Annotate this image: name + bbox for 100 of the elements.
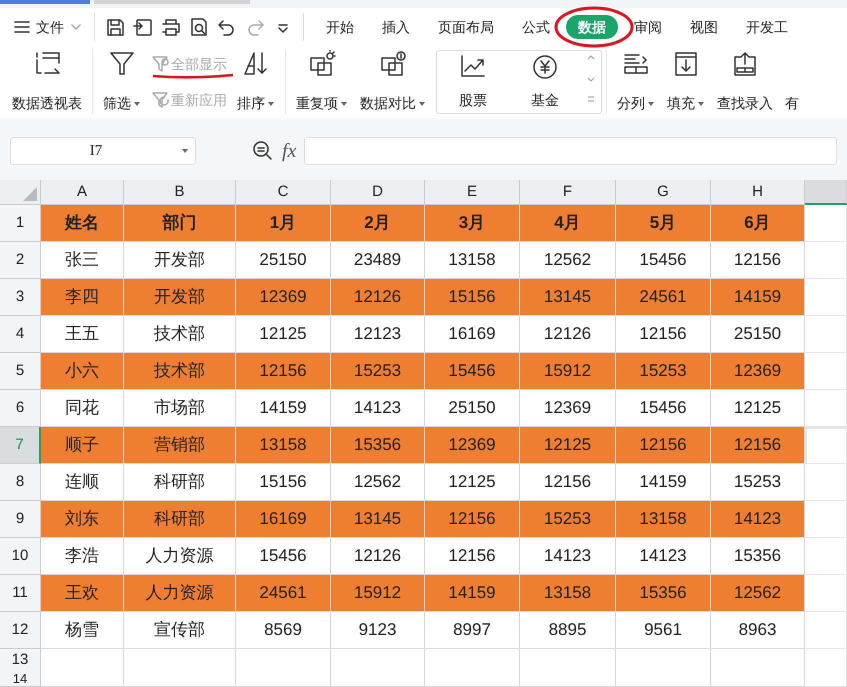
table-cell: 14123 (711, 501, 805, 538)
row-header[interactable]: 9 (0, 501, 41, 538)
table-cell: 12156 (616, 427, 711, 464)
table-cell: 8997 (425, 612, 520, 649)
table-cell: 15456 (236, 538, 331, 575)
preview-button[interactable] (189, 17, 209, 37)
table-cell: 15253 (520, 501, 616, 538)
table-cell: 15253 (331, 353, 425, 390)
table-cell: 14123 (616, 538, 711, 575)
ribbon-tab[interactable]: 开发工 (734, 15, 800, 39)
row-header[interactable]: 11 (0, 575, 41, 612)
table-cell: 杨雪 (41, 612, 124, 649)
row-header[interactable]: 13 (0, 649, 41, 672)
table-cell: 25150 (236, 242, 331, 279)
table-cell: 1月 (236, 205, 331, 242)
table-cell: 12156 (520, 464, 616, 501)
table-cell: 15912 (331, 575, 425, 612)
table-cell (805, 612, 847, 649)
name-box[interactable]: I7 (10, 137, 196, 165)
row-header[interactable]: 8 (0, 464, 41, 501)
row-header[interactable]: 1 (0, 205, 41, 242)
table-cell: 14159 (616, 464, 711, 501)
caret-icon (647, 100, 655, 106)
table-cell (805, 464, 847, 501)
table-cell: 15253 (616, 353, 711, 390)
ribbon-button[interactable]: 重复项 (290, 46, 354, 118)
filter-refresh-icon (151, 91, 169, 109)
formula-input[interactable] (304, 137, 837, 165)
selected-cell[interactable] (805, 427, 847, 464)
table-cell: 12125 (711, 390, 805, 427)
table-cell: 13158 (425, 242, 520, 279)
ribbon-button[interactable]: 筛选 (97, 46, 147, 118)
table-cell: 6月 (711, 205, 805, 242)
ribbon-tab[interactable]: 插入 (370, 15, 422, 39)
row-header[interactable]: 5 (0, 353, 41, 390)
table-cell: 3月 (425, 205, 520, 242)
row-header[interactable]: 2 (0, 242, 41, 279)
file-menu[interactable]: 文件 (14, 13, 95, 41)
table-cell: 开发部 (124, 279, 236, 316)
table-cell: 12126 (331, 279, 425, 316)
table-cell: 14159 (711, 279, 805, 316)
ribbon-button[interactable]: 填充 (661, 46, 711, 118)
table-cell: 24561 (616, 279, 711, 316)
table-cell: 15253 (711, 464, 805, 501)
ribbon-button[interactable]: 查找录入 (711, 46, 779, 118)
gallery-item[interactable]: 股票 (437, 51, 509, 113)
table-cell: 13158 (236, 427, 331, 464)
export-button[interactable] (133, 17, 153, 37)
table-cell: 12369 (520, 390, 616, 427)
table-cell: 15156 (425, 279, 520, 316)
row-header[interactable]: 10 (0, 538, 41, 575)
table-cell: 李浩 (41, 538, 124, 575)
table-cell: 9561 (616, 612, 711, 649)
ribbon-button[interactable]: 分列 (611, 46, 661, 118)
save-button[interactable] (105, 17, 125, 37)
table-cell: 开发部 (124, 242, 236, 279)
table-cell: 王欢 (41, 575, 124, 612)
print-button[interactable] (161, 17, 181, 37)
table-cell (805, 575, 847, 612)
table-cell: 12125 (520, 427, 616, 464)
table-cell: 12156 (425, 538, 520, 575)
ribbon-button[interactable]: 排序 (231, 46, 281, 118)
ribbon-button[interactable]: 数据透视表 (6, 46, 88, 118)
table-cell (805, 316, 847, 353)
table-cell: 9123 (331, 612, 425, 649)
table-cell: 14159 (236, 390, 331, 427)
ribbon-button[interactable]: 数据对比 (354, 46, 432, 118)
row-header[interactable]: 12 (0, 612, 41, 649)
table-cell (805, 672, 847, 687)
gallery-item[interactable]: 基金 (509, 51, 581, 113)
chevron-down-icon (70, 22, 82, 32)
table-cell: 12126 (520, 316, 616, 353)
row-header[interactable]: 3 (0, 279, 41, 316)
table-cell (805, 353, 847, 390)
table-cell: 人力资源 (124, 575, 236, 612)
ribbon-tab[interactable]: 公式 (510, 15, 562, 39)
table-cell: 15356 (331, 427, 425, 464)
filter-icon (108, 50, 136, 78)
ribbon-tab[interactable]: 视图 (678, 15, 730, 39)
ribbon-tab[interactable]: 页面布局 (426, 15, 506, 39)
table-cell: 市场部 (124, 390, 236, 427)
row-header[interactable]: 14 (0, 672, 41, 687)
filter-eye-icon (151, 55, 169, 73)
save-icon (105, 17, 125, 37)
zoom-icon (252, 140, 274, 162)
ribbon-tab[interactable]: 开始 (314, 15, 366, 39)
ribbon-button[interactable]: 有 (779, 46, 805, 118)
table-cell: 12125 (236, 316, 331, 353)
row-header[interactable]: 6 (0, 390, 41, 427)
row-header[interactable]: 4 (0, 316, 41, 353)
table-cell: 12156 (711, 242, 805, 279)
preview-icon (189, 17, 209, 37)
table-cell: 12123 (331, 316, 425, 353)
caret-icon (133, 100, 141, 106)
export-icon (133, 17, 153, 37)
table-cell (805, 279, 847, 316)
ribbon-tab[interactable]: 审阅 (622, 15, 674, 39)
table-cell: 25150 (425, 390, 520, 427)
table-cell: 13158 (616, 501, 711, 538)
caret-icon (340, 100, 348, 106)
